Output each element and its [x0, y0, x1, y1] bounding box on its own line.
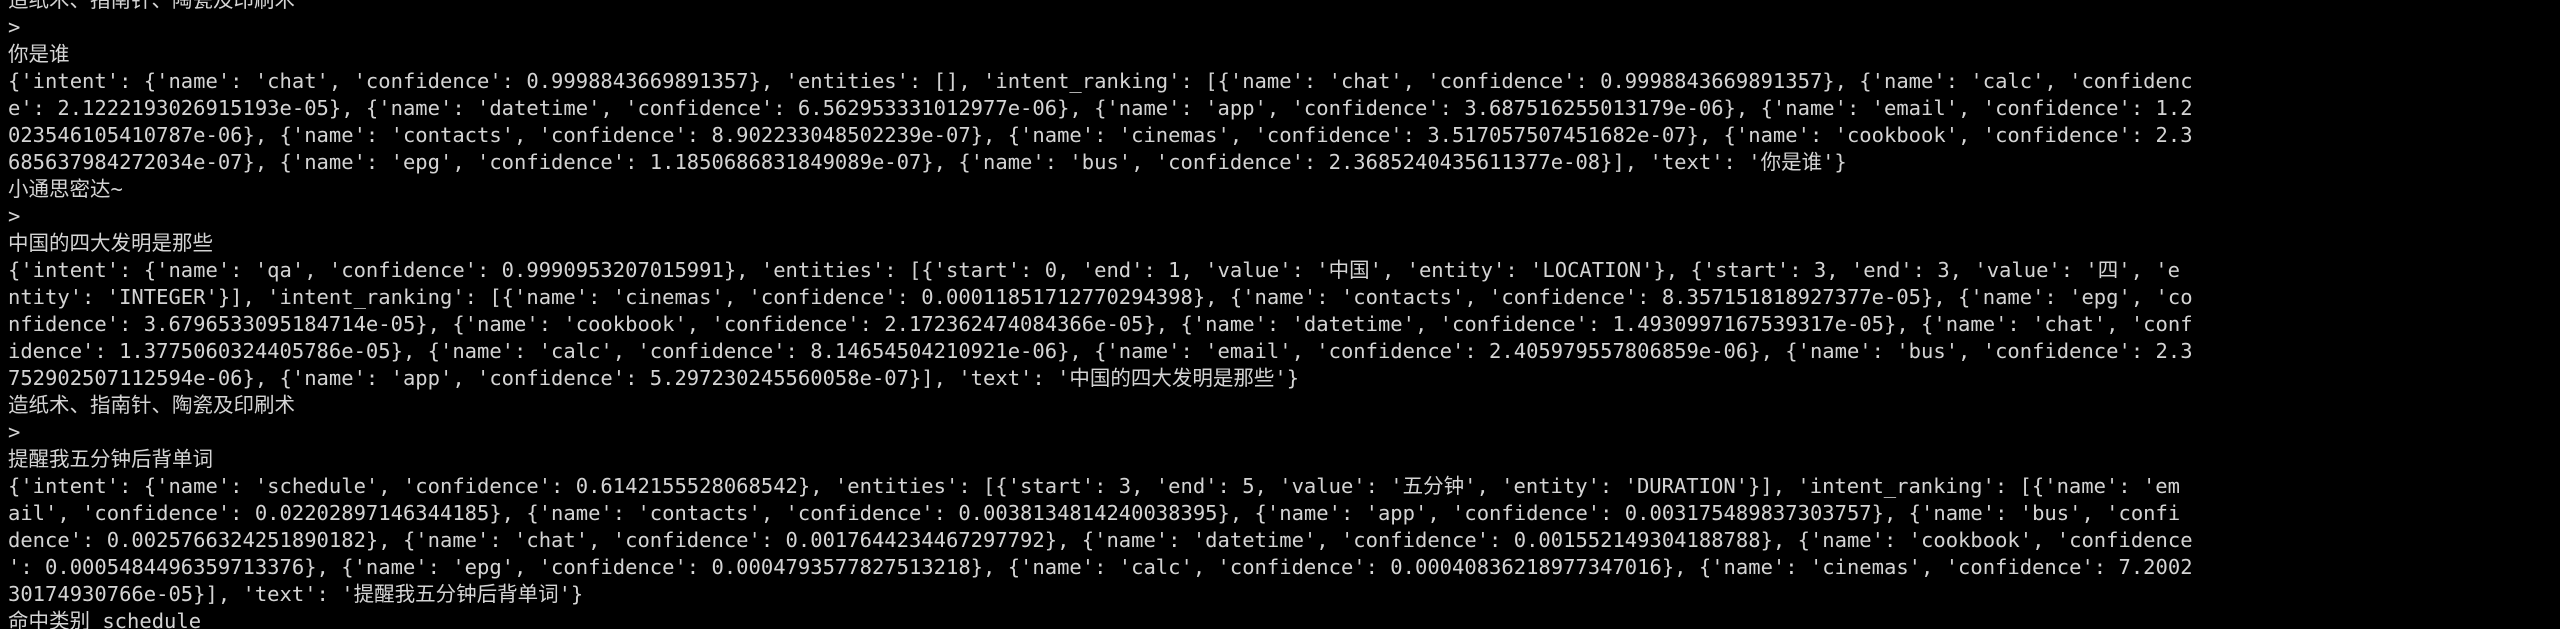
- json-output-line: ntity': 'INTEGER'}], 'intent_ranking': […: [8, 285, 2193, 309]
- json-output-line: {'intent': {'name': 'qa', 'confidence': …: [8, 258, 2180, 282]
- terminal-output[interactable]: 造纸术、指南针、陶瓷及印刷术 > 你是谁 {'intent': {'name':…: [0, 0, 2560, 629]
- prompt-line: >: [8, 15, 21, 39]
- json-output-line: 685637984272034e-07}, {'name': 'epg', 'c…: [8, 150, 1847, 174]
- prompt-line: >: [8, 420, 21, 444]
- json-output-line: 752902507112594e-06}, {'name': 'app', 'c…: [8, 366, 1300, 390]
- user-input-line: 中国的四大发明是那些: [8, 231, 213, 255]
- user-input-line: 提醒我五分钟后背单词: [8, 447, 213, 471]
- json-output-line: nfidence': 3.6796533095184714e-05}, {'na…: [8, 312, 2193, 336]
- json-output-line: {'intent': {'name': 'schedule', 'confide…: [8, 474, 2180, 498]
- json-output-line: e': 2.1222193026915193e-05}, {'name': 'd…: [8, 96, 2193, 120]
- output-line: 造纸术、指南针、陶瓷及印刷术: [8, 0, 295, 12]
- reply-line: 命中类别 schedule: [8, 609, 202, 629]
- reply-line: 小通思密达~: [8, 177, 123, 201]
- json-output-line: ': 0.0005484496359713376}, {'name': 'epg…: [8, 555, 2193, 579]
- json-output-line: 30174930766e-05}], 'text': '提醒我五分钟后背单词'}: [8, 582, 584, 606]
- json-output-line: idence': 1.3775060324405786e-05}, {'name…: [8, 339, 2193, 363]
- json-output-line: ail', 'confidence': 0.02202897146344185}…: [8, 501, 2181, 525]
- user-input-line: 你是谁: [8, 42, 70, 66]
- prompt-line: >: [8, 204, 21, 228]
- json-output-line: {'intent': {'name': 'chat', 'confidence'…: [8, 69, 2193, 93]
- reply-line: 造纸术、指南针、陶瓷及印刷术: [8, 393, 295, 417]
- json-output-line: dence': 0.0025766324251890182}, {'name':…: [8, 528, 2193, 552]
- json-output-line: 023546105410787e-06}, {'name': 'contacts…: [8, 123, 2193, 147]
